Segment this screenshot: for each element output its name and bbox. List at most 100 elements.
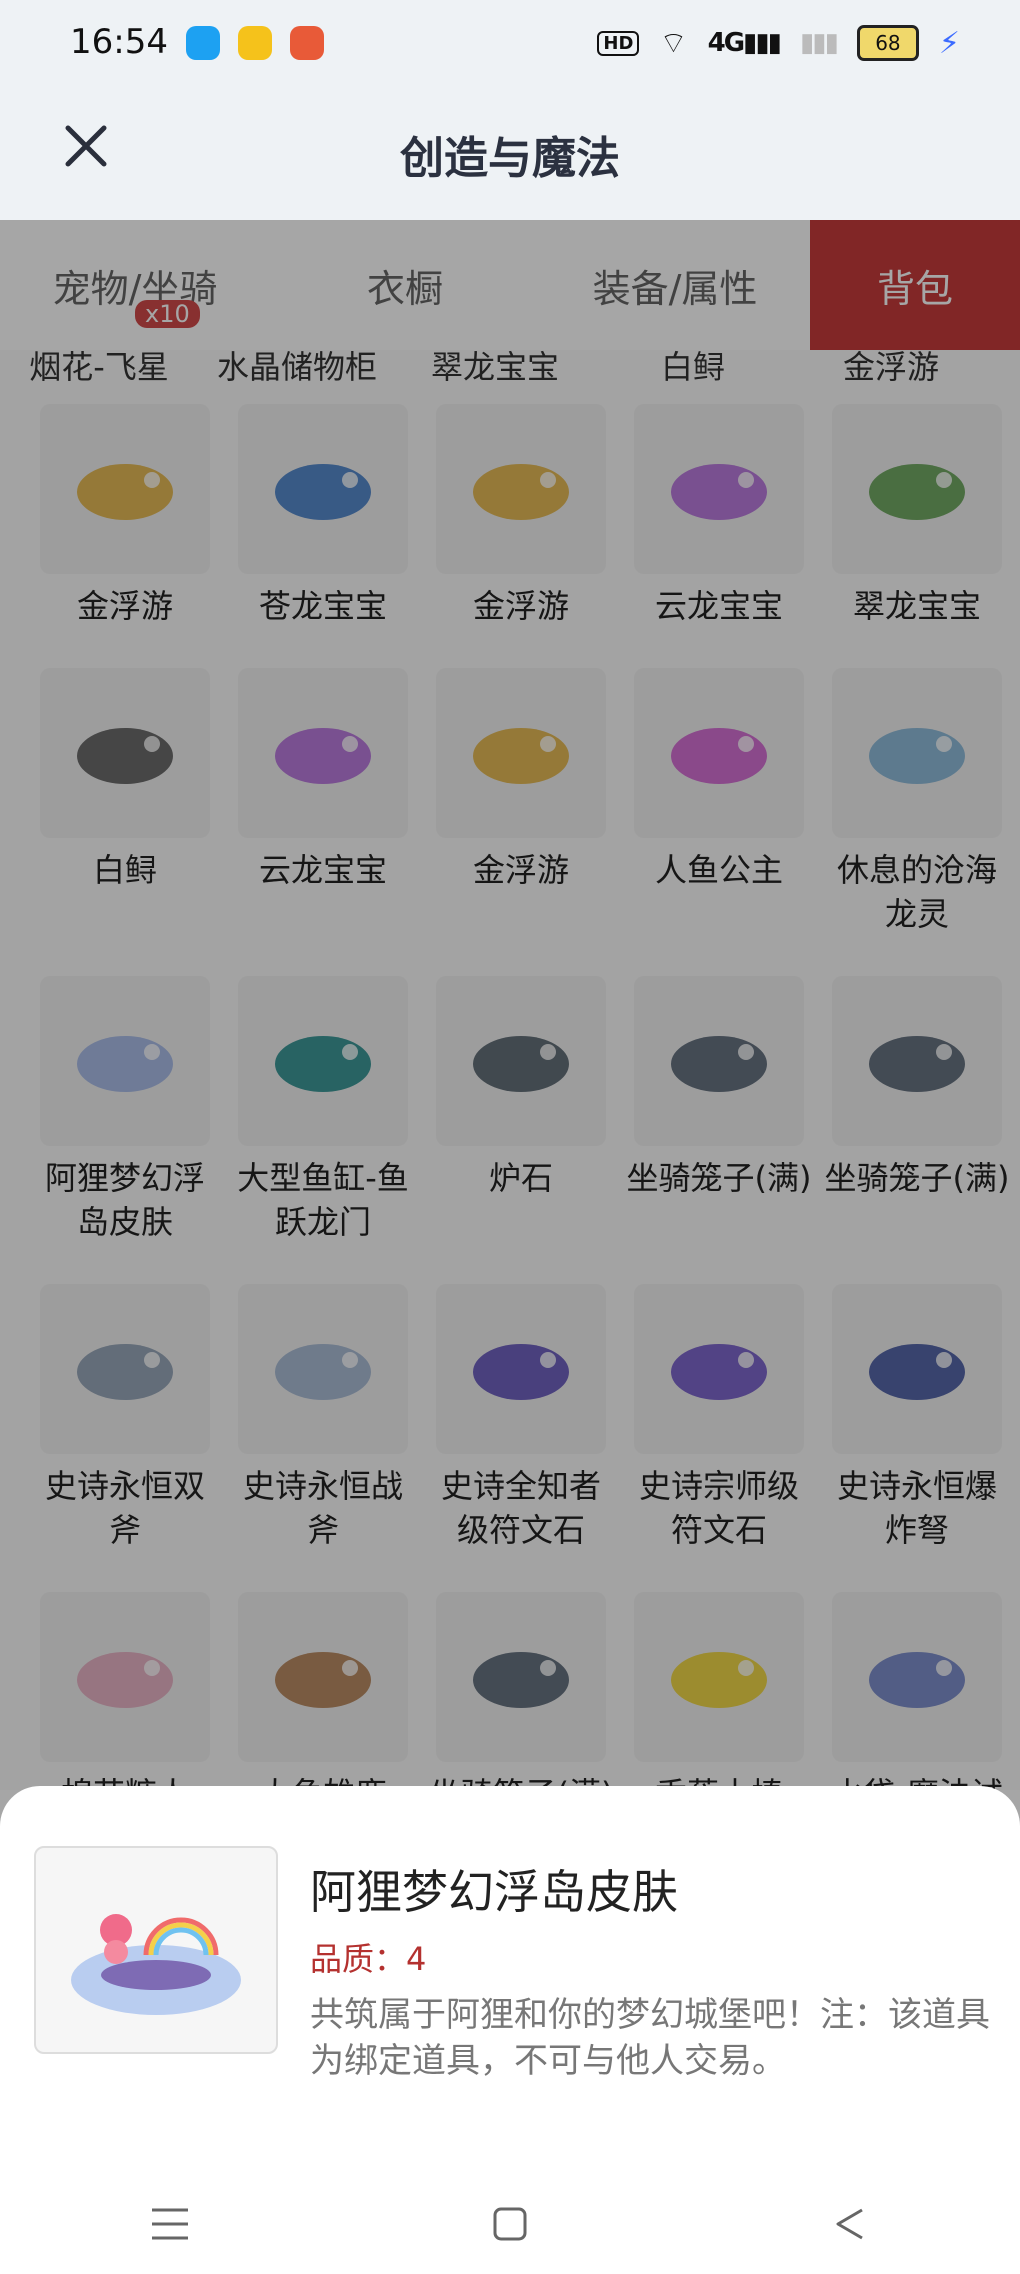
item-cell[interactable]: 史诗宗师级符文石 <box>620 1284 818 1552</box>
tab-label: 衣橱 <box>366 266 443 311</box>
golden-fish-icon <box>436 668 606 838</box>
yellow-app-icon <box>238 26 272 60</box>
item-cell[interactable]: 坐骑笼子(满) <box>620 976 818 1244</box>
mermaid-icon <box>634 668 804 838</box>
double-axe-icon <box>40 1284 210 1454</box>
mount-cage-icon <box>832 976 1002 1146</box>
item-label: 翠龙宝宝 <box>852 587 981 625</box>
item-label: 休息的沧海龙灵 <box>836 851 997 933</box>
item-cell[interactable]: 金浮游 <box>26 404 224 628</box>
hd-icon: HD <box>597 30 640 56</box>
item-grid: 金浮游 苍龙宝宝 金浮游 云龙宝宝 翠龙宝宝 白鲟 云龙宝宝 金浮游 人鱼公主 休息的沧海龙灵 阿狸… <box>26 404 1009 1790</box>
stag-icon <box>238 1592 408 1762</box>
hearthstone-icon <box>436 976 606 1146</box>
item-label: 云龙宝宝 <box>258 851 387 889</box>
tab-backpack[interactable]: 背包 <box>810 220 1020 350</box>
item-label: 金浮游 <box>842 350 939 386</box>
signal-empty-icon: ▮▮▮ <box>799 28 839 58</box>
status-time: 16:54 <box>70 22 168 62</box>
item-label: 坐骑笼子(满) <box>626 1159 812 1197</box>
item-cell[interactable]: 金浮游 <box>422 668 620 936</box>
item-cell[interactable]: 人鱼公主 <box>620 668 818 936</box>
item-label: 云龙宝宝 <box>654 587 783 625</box>
item-label: 史诗永恒双斧 <box>44 1467 205 1549</box>
detail-title: 阿狸梦幻浮岛皮肤 <box>310 1865 678 1919</box>
home-button[interactable] <box>480 2194 540 2254</box>
item-cell[interactable]: 白鲟 <box>26 668 224 936</box>
item-cell[interactable]: 云龙宝宝 <box>224 668 422 936</box>
item-label: 翠龙宝宝 <box>430 350 559 386</box>
golden-fish-icon <box>436 404 606 574</box>
item-cell[interactable]: 云龙宝宝 <box>620 404 818 628</box>
item-label: 炉石 <box>488 1159 553 1197</box>
crossbow-icon <box>832 1284 1002 1454</box>
partial-row: 烟花-飞星 水晶储物柜 翠龙宝宝 白鲟 金浮游 <box>0 350 1020 388</box>
item-cell[interactable]: 史诗永恒双斧 <box>26 1284 224 1552</box>
item-cell[interactable]: 史诗永恒爆炸弩 <box>818 1284 1016 1552</box>
green-dragon-icon <box>832 404 1002 574</box>
cotton-candy-icon <box>40 1592 210 1762</box>
tab-bar: 宠物/坐骑 x10 衣橱 装备/属性 背包 <box>0 220 1020 350</box>
tab-pets-mounts[interactable]: 宠物/坐骑 x10 <box>0 220 270 350</box>
item-cell[interactable]: 水袋-魔法试剂瓶 <box>818 1592 1016 1790</box>
item-cell[interactable]: 坐骑笼子(满) <box>422 1592 620 1790</box>
item-cell[interactable]: 香蕉木棒 <box>620 1592 818 1790</box>
item-cell[interactable]: 坐骑笼子(满) <box>818 976 1016 1244</box>
item-cell[interactable]: 炉石 <box>422 976 620 1244</box>
detail-description: 共筑属于阿狸和你的梦幻城堡吧！注：该道具为绑定道具，不可与他人交易。 <box>310 1995 990 2081</box>
qq-app-icon <box>186 26 220 60</box>
cloud-dragon-icon <box>238 668 408 838</box>
item-label: 苍龙宝宝 <box>258 587 387 625</box>
sea-dragon-icon <box>832 668 1002 838</box>
battery-icon: 68 <box>856 25 919 61</box>
item-label: 烟花-飞星 <box>29 350 169 386</box>
item-label: 水晶储物柜 <box>216 350 377 386</box>
fish-tank-icon <box>238 976 408 1146</box>
tab-badge: x10 <box>135 300 200 328</box>
floating-island-icon <box>40 976 210 1146</box>
menu-button[interactable] <box>140 2194 200 2254</box>
item-cell[interactable]: 翠龙宝宝 <box>818 404 1016 628</box>
item-cell[interactable]: 大型鱼缸-鱼跃龙门 <box>224 976 422 1244</box>
item-cell[interactable]: 棉花糖人 <box>26 1592 224 1790</box>
item-cell[interactable]: 史诗永恒战斧 <box>224 1284 422 1552</box>
detail-quality: 品质：4 <box>310 1940 427 1978</box>
tab-label: 背包 <box>876 266 953 311</box>
status-indicators: HD ⌔ 4G▮▮▮ ▮▮▮ 68 ⚡ <box>597 24 960 62</box>
home-icon <box>493 2207 527 2241</box>
mount-cage-icon <box>436 1592 606 1762</box>
back-button[interactable] <box>820 2194 880 2254</box>
item-label: 白鲟 <box>660 350 725 386</box>
item-label: 阿狸梦幻浮岛皮肤 <box>44 1159 205 1241</box>
blue-dragon-icon <box>238 404 408 574</box>
item-label: 白鲟 <box>92 851 157 889</box>
system-nav-bar <box>0 2174 1020 2274</box>
item-label: 金浮游 <box>472 851 569 889</box>
golden-fish-icon <box>40 404 210 574</box>
item-cell[interactable]: 休息的沧海龙灵 <box>818 668 1016 936</box>
item-label: 金浮游 <box>472 587 569 625</box>
item-cell[interactable]: 金浮游 <box>422 404 620 628</box>
item-label: 史诗永恒战斧 <box>242 1467 403 1549</box>
item-cell[interactable]: 苍龙宝宝 <box>224 404 422 628</box>
item-label: 大型鱼缸-鱼跃龙门 <box>237 1159 409 1241</box>
rune-stone-icon <box>436 1284 606 1454</box>
backpack-grid-area[interactable]: 烟花-飞星 水晶储物柜 翠龙宝宝 白鲟 金浮游 金浮游 苍龙宝宝 金浮游 云龙宝宝 翠龙… <box>0 350 1020 1790</box>
cloud-dragon-icon <box>634 404 804 574</box>
wifi-icon: ⌔ <box>659 26 688 61</box>
app-bar: 创造与魔法 <box>0 88 1020 220</box>
item-label: 史诗永恒爆炸弩 <box>836 1467 997 1549</box>
item-label: 人鱼公主 <box>654 851 783 889</box>
banana-icon <box>634 1592 804 1762</box>
tab-equipment[interactable]: 装备/属性 <box>540 220 810 350</box>
rune-stone-icon <box>634 1284 804 1454</box>
item-cell[interactable]: 史诗全知者级符文石 <box>422 1284 620 1552</box>
item-label: 史诗全知者级符文石 <box>440 1467 601 1549</box>
item-cell[interactable]: 阿狸梦幻浮岛皮肤 <box>26 976 224 1244</box>
item-cell[interactable]: 大角雄鹿 <box>224 1592 422 1790</box>
status-app-icons <box>186 26 324 60</box>
charging-icon: ⚡ <box>938 25 960 61</box>
signal-icon: 4G▮▮▮ <box>707 28 782 58</box>
tab-wardrobe[interactable]: 衣橱 <box>270 220 540 350</box>
item-label: 坐骑笼子(满) <box>824 1159 1010 1197</box>
